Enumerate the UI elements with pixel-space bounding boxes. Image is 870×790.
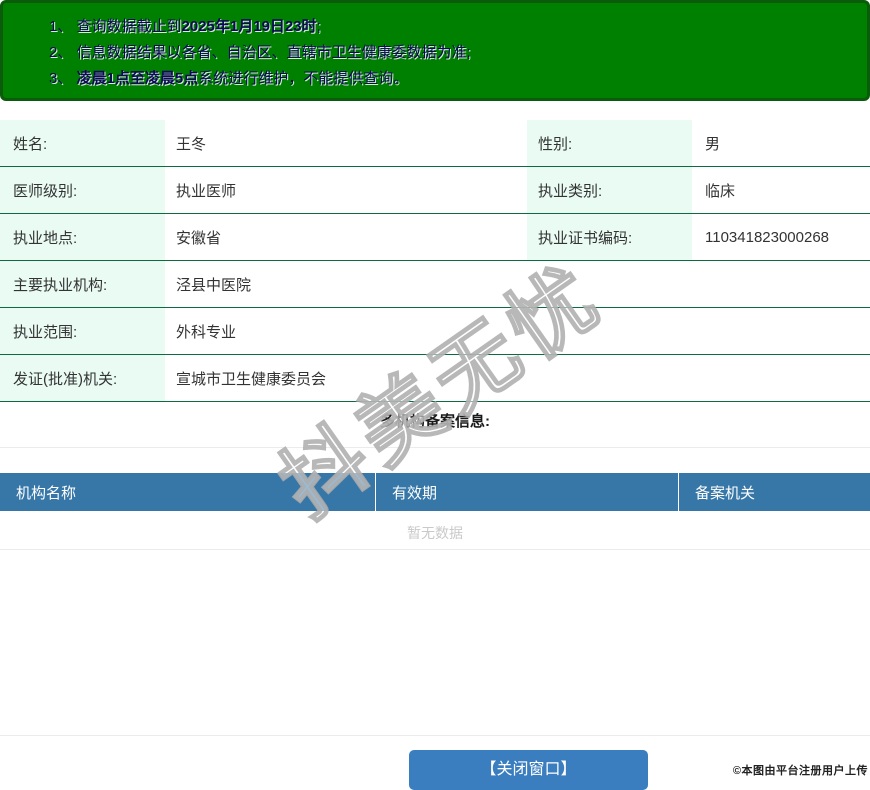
field-value: 泾县中医院 [165, 261, 870, 307]
empty-data-text: 暂无数据 [407, 525, 463, 541]
divider [0, 735, 870, 736]
field-value: 宣城市卫生健康委员会 [165, 355, 870, 401]
column-header-org-name: 机构名称 [0, 473, 376, 511]
notice-line-1: 1、 查询数据截止到2025年1月19日23时; [49, 18, 321, 35]
multi-org-table-header: 机构名称 有效期 备案机关 [0, 473, 870, 511]
close-window-button[interactable]: 【关闭窗口】 [409, 750, 648, 790]
table-row: 姓名: 王冬 性别: 男 [0, 120, 870, 167]
column-header-validity: 有效期 [376, 473, 679, 511]
field-value: 110341823000268 [692, 214, 870, 260]
practitioner-info-table: 姓名: 王冬 性别: 男 医师级别: 执业医师 执业类别: 临床 执业地点: 安… [0, 120, 870, 402]
field-label: 执业地点: [0, 214, 165, 260]
table-row: 执业地点: 安徽省 执业证书编码: 110341823000268 [0, 214, 870, 261]
multi-org-section-title: 多机构备案信息: [380, 413, 490, 430]
notice-line-2: 2、 信息数据结果以各省、自治区、直辖市卫生健康委数据为准; [49, 44, 471, 61]
table-row: 医师级别: 执业医师 执业类别: 临床 [0, 167, 870, 214]
column-header-filing-authority: 备案机关 [695, 484, 756, 502]
field-label: 性别: [527, 120, 692, 166]
field-value: 执业医师 [165, 167, 527, 213]
field-value: 王冬 [165, 120, 527, 166]
notice-line-number: 1、 [49, 18, 77, 35]
field-label: 医师级别: [0, 167, 165, 213]
table-row: 主要执业机构: 泾县中医院 [0, 261, 870, 308]
field-label: 主要执业机构: [0, 261, 165, 307]
notice-line-number: 3、 [49, 70, 77, 87]
notice-line-3: 3、 凌晨1点至凌晨5点系统进行维护，不能提供查询。 [49, 70, 409, 87]
field-label: 姓名: [0, 120, 165, 166]
field-label: 执业范围: [0, 308, 165, 354]
notice-line-number: 2、 [49, 44, 77, 61]
table-row: 执业范围: 外科专业 [0, 308, 870, 355]
field-value: 安徽省 [165, 214, 527, 260]
field-label: 执业证书编码: [527, 214, 692, 260]
field-label: 执业类别: [527, 167, 692, 213]
notice-banner: 1、 查询数据截止到2025年1月19日23时; 2、 信息数据结果以各省、自治… [0, 0, 870, 101]
field-value: 临床 [692, 167, 870, 213]
table-row: 发证(批准)机关: 宣城市卫生健康委员会 [0, 355, 870, 402]
divider [0, 447, 870, 448]
field-value: 男 [692, 120, 870, 166]
field-label: 发证(批准)机关: [0, 355, 165, 401]
upload-attribution-note: ©本图由平台注册用户上传 [732, 765, 868, 777]
field-value: 外科专业 [165, 308, 870, 354]
divider [0, 549, 870, 550]
